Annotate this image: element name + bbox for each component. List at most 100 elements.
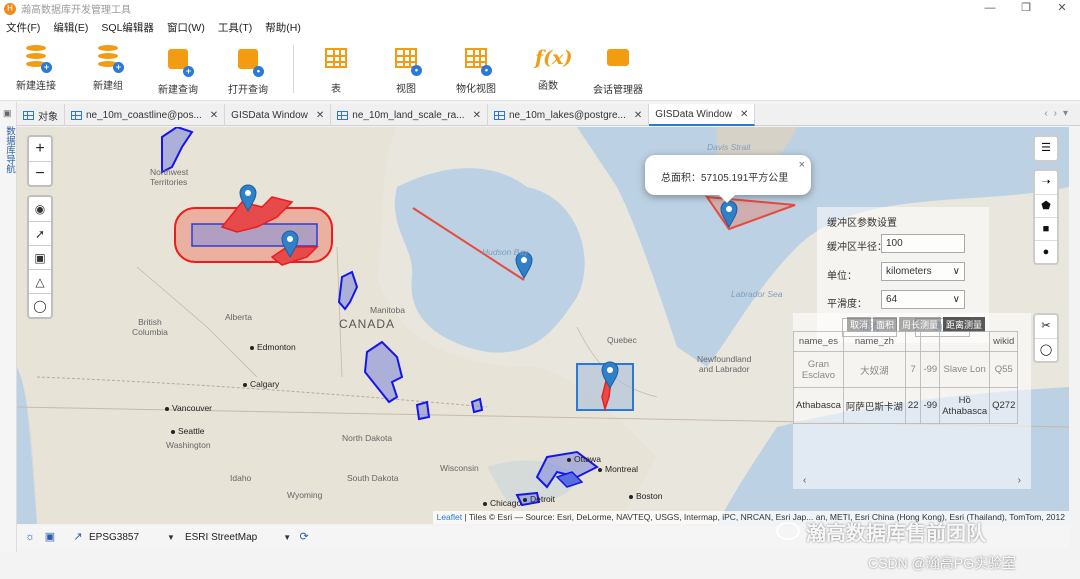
scroll-right-icon[interactable]: ›	[1018, 475, 1021, 486]
menu-tools[interactable]: 工具(T)	[218, 20, 252, 35]
open-query-label: 打开查询	[228, 85, 268, 96]
city-calgary: Calgary	[243, 379, 279, 389]
rectangle-tool-icon[interactable]: ▣	[29, 245, 51, 269]
compass-icon[interactable]: ☼	[23, 530, 37, 544]
basemap-select[interactable]: ESRI StreetMap	[185, 532, 257, 543]
map-marker-icon[interactable]	[281, 230, 299, 258]
cut-icon[interactable]: ✂	[1035, 315, 1057, 338]
buffer-radius-label: 缓冲区半径：	[827, 242, 887, 253]
draw-circle-icon[interactable]: ●	[1035, 240, 1057, 263]
chart-icon: ↗	[73, 531, 83, 543]
unit-select-value: kilometers	[886, 266, 932, 277]
tab-lakes[interactable]: ne_10m_lakes@postgre... ✕	[488, 104, 650, 126]
table-icon	[323, 48, 349, 74]
table-row[interactable]: Gran Esclavo 大奴湖 7 -99 Slave Lon Q55	[793, 351, 1019, 388]
tab-scroll-arrows[interactable]: ‹›▾	[1044, 108, 1074, 119]
buffer-radius-input[interactable]: 100	[881, 234, 965, 253]
menu-window[interactable]: 窗口(W)	[167, 20, 205, 35]
polyline-tool-icon[interactable]: ➚	[29, 221, 51, 245]
new-group-button[interactable]: + 新建组	[76, 45, 140, 92]
refresh-icon[interactable]: ⟳	[297, 530, 311, 544]
zoom-in-button[interactable]: +	[29, 137, 51, 161]
scroll-left-icon[interactable]: ‹	[803, 475, 806, 486]
tab-objects[interactable]: 对象	[17, 104, 65, 126]
column-header[interactable]	[939, 331, 991, 352]
result-tab-cancel[interactable]: 取消	[847, 317, 872, 332]
table-label: 表	[331, 84, 341, 95]
minimize-button[interactable]: —	[972, 0, 1008, 17]
menu-sql-editor[interactable]: SQL编辑器	[101, 20, 154, 35]
menu-edit[interactable]: 编辑(E)	[53, 20, 88, 35]
table-button[interactable]: 表	[304, 45, 368, 95]
image-icon[interactable]: ▣	[43, 530, 57, 544]
smooth-select[interactable]: 64	[881, 290, 965, 309]
leaflet-link[interactable]: Leaflet	[437, 512, 463, 522]
tab-gisdata-2[interactable]: GISData Window ✕	[649, 104, 756, 126]
table-row[interactable]: Athabasca 阿萨巴斯卡湖 22 -99 Hồ Athabasca Q27…	[793, 387, 1019, 424]
column-header[interactable]: wikid	[989, 331, 1019, 352]
draw-line-icon[interactable]: ➝	[1035, 171, 1057, 194]
circle-tool-icon[interactable]: ◯	[29, 293, 51, 317]
result-tab-perimeter[interactable]: 周长测量	[899, 317, 942, 332]
close-icon[interactable]: ✕	[316, 110, 324, 121]
pin-icon[interactable]: ▣	[3, 108, 12, 119]
polygon-tool-icon[interactable]: △	[29, 269, 51, 293]
layers-icon[interactable]: ☰	[1035, 137, 1057, 160]
tab-land-scale[interactable]: ne_10m_land_scale_ra... ✕	[331, 104, 488, 126]
menu-file[interactable]: 文件(F)	[6, 20, 40, 35]
tab-coastline[interactable]: ne_10m_coastline@pos... ✕	[65, 104, 226, 126]
app-logo-icon: H	[4, 2, 16, 15]
view-label: 视图	[396, 84, 416, 95]
chevron-down-icon[interactable]: ▼	[283, 533, 291, 542]
new-query-button[interactable]: + 新建查询	[146, 45, 210, 96]
draw-rectangle-icon[interactable]: ■	[1035, 217, 1057, 240]
column-header[interactable]	[920, 331, 941, 352]
table-cell: 22	[904, 387, 922, 424]
db-navigator-label[interactable]: 数据库导航	[2, 126, 16, 174]
horizontal-scrollbar[interactable]: ‹ ›	[793, 475, 1031, 489]
draw-polygon-icon[interactable]: ⬟	[1035, 194, 1057, 217]
function-button[interactable]: f(x) 函数	[516, 45, 580, 92]
result-tab-distance[interactable]: 距离测量	[943, 317, 986, 332]
chevron-down-icon[interactable]: ▼	[167, 533, 175, 542]
zoom-out-button[interactable]: −	[29, 161, 51, 185]
close-icon[interactable]: ✕	[634, 110, 642, 121]
new-connection-label: 新建连接	[16, 81, 56, 92]
session-manager-button[interactable]: 会话管理器	[586, 45, 650, 96]
city-boston: Boston	[629, 491, 662, 501]
view-icon: •	[393, 48, 422, 76]
materialized-view-label: 物化视图	[456, 84, 496, 95]
column-header[interactable]: name_zh	[842, 331, 906, 352]
column-header[interactable]: name_es	[793, 331, 844, 352]
map-marker-icon[interactable]	[601, 361, 619, 389]
popup-close-icon[interactable]: ×	[799, 159, 805, 171]
attribute-table-panel: 取消 面积 周长测量 距离测量 name_es name_zh wikid Gr…	[793, 313, 1031, 489]
marker-tool-icon[interactable]: ◉	[29, 197, 51, 221]
open-query-button[interactable]: • 打开查询	[216, 45, 280, 96]
column-header[interactable]	[904, 331, 922, 352]
area-popup: 总面积：57105.191平方公里 ×	[645, 155, 811, 203]
menu-help[interactable]: 帮助(H)	[265, 20, 301, 35]
new-connection-button[interactable]: + 新建连接	[4, 45, 68, 92]
main-toolbar: + 新建连接 + 新建组 + 新建查询 • 打开查询 表 • 视图 • 物化视图…	[0, 37, 1080, 101]
result-tab-area[interactable]: 面积	[873, 317, 898, 332]
map-label-manitoba: Manitoba	[370, 305, 405, 315]
close-icon[interactable]: ✕	[740, 109, 748, 120]
map-marker-icon[interactable]	[720, 200, 738, 228]
db-navigator-strip[interactable]: ▣ 数据库导航	[0, 102, 17, 552]
buffer-icon[interactable]: ◯	[1035, 338, 1057, 361]
group-add-icon: +	[95, 45, 124, 73]
toolbar-divider	[293, 45, 294, 93]
close-button[interactable]: ✕	[1044, 0, 1080, 17]
crs-select[interactable]: EPSG3857	[89, 532, 139, 543]
materialized-view-button[interactable]: • 物化视图	[444, 45, 508, 95]
smooth-select-value: 64	[886, 294, 898, 305]
unit-select[interactable]: kilometers	[881, 262, 965, 281]
tab-gisdata-1[interactable]: GISData Window ✕	[225, 104, 332, 126]
map-marker-icon[interactable]	[239, 184, 257, 212]
close-icon[interactable]: ✕	[210, 110, 218, 121]
restore-button[interactable]: ❐	[1008, 0, 1044, 17]
map-view[interactable]: Northwest Territories Davis Strait Hudso…	[17, 127, 1069, 524]
close-icon[interactable]: ✕	[473, 110, 481, 121]
view-button[interactable]: • 视图	[374, 45, 438, 95]
